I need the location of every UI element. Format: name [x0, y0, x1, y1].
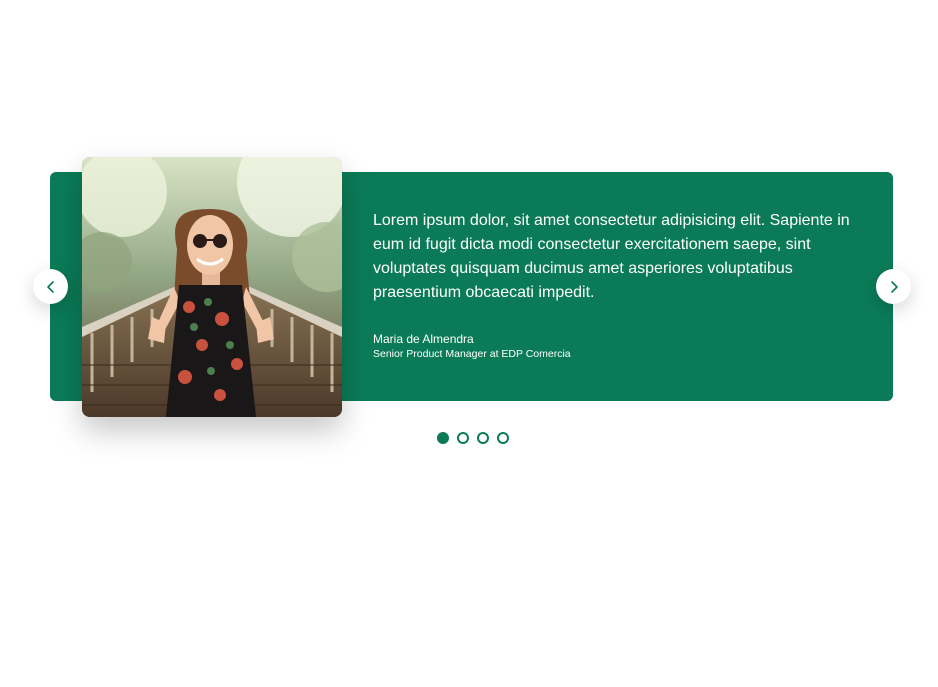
testimonial-photo: [82, 157, 342, 417]
chevron-left-icon: [46, 280, 54, 293]
testimonial-quote: Lorem ipsum dolor, sit amet consectetur …: [373, 212, 850, 301]
previous-slide-button[interactable]: [33, 269, 68, 304]
testimonial-carousel: Lorem ipsum dolor, sit amet consectetur …: [0, 0, 938, 687]
author-name: Maria de Almendra: [373, 332, 474, 346]
pagination-dot-4[interactable]: [497, 432, 509, 444]
pagination-dot-3[interactable]: [477, 432, 489, 444]
chevron-right-icon: [890, 280, 898, 293]
pagination-dot-2[interactable]: [457, 432, 469, 444]
pagination-dots: [437, 432, 509, 444]
next-slide-button[interactable]: [876, 269, 911, 304]
person-photo-illustration: [82, 157, 342, 417]
author-role: Senior Product Manager at EDP Comercia: [373, 348, 571, 360]
pagination-dot-1[interactable]: [437, 432, 449, 444]
